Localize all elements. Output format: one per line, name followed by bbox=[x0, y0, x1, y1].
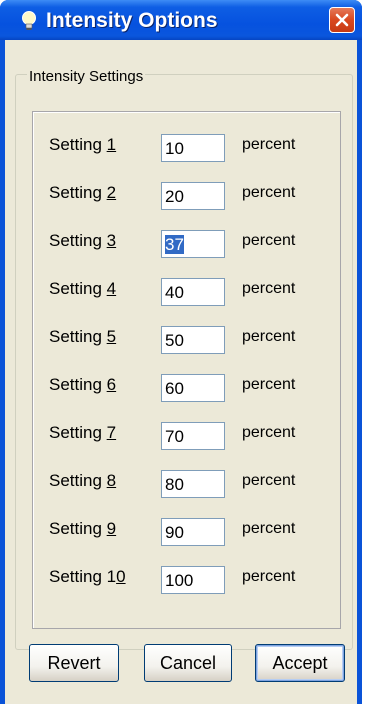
setting-unit-9: percent bbox=[242, 520, 296, 537]
setting-input-9[interactable]: 90 bbox=[161, 518, 225, 546]
group-label: Intensity Settings bbox=[27, 68, 146, 85]
setting-row-1: Setting 1 10 percent bbox=[33, 132, 342, 162]
setting-label-5: Setting 5 bbox=[49, 327, 117, 346]
setting-row-4: Setting 4 40 percent bbox=[33, 276, 342, 306]
setting-row-10: Setting 10 100 percent bbox=[33, 564, 342, 594]
dialog-body: Intensity Settings Setting 1 10 percent … bbox=[5, 40, 357, 704]
setting-row-9: Setting 9 90 percent bbox=[33, 516, 342, 546]
setting-label-10: Setting 10 bbox=[49, 567, 126, 586]
setting-row-7: Setting 7 70 percent bbox=[33, 420, 342, 450]
setting-row-2: Setting 2 20 percent bbox=[33, 180, 342, 210]
close-button[interactable] bbox=[329, 7, 355, 33]
setting-row-8: Setting 8 80 percent bbox=[33, 468, 342, 498]
setting-unit-8: percent bbox=[242, 472, 296, 489]
setting-input-6[interactable]: 60 bbox=[161, 374, 225, 402]
window-title: Intensity Options bbox=[46, 9, 218, 32]
setting-label-4: Setting 4 bbox=[49, 279, 117, 298]
setting-unit-2: percent bbox=[242, 184, 296, 201]
setting-label-2: Setting 2 bbox=[49, 183, 117, 202]
setting-input-5[interactable]: 50 bbox=[161, 326, 225, 354]
cancel-button[interactable]: Cancel bbox=[144, 644, 232, 682]
close-icon bbox=[335, 13, 349, 27]
settings-panel: Setting 1 10 percent Setting 2 20 percen… bbox=[32, 111, 341, 629]
setting-input-10[interactable]: 100 bbox=[161, 566, 225, 594]
setting-row-6: Setting 6 60 percent bbox=[33, 372, 342, 402]
revert-button[interactable]: Revert bbox=[29, 644, 119, 682]
selected-text: 37 bbox=[165, 235, 184, 254]
setting-input-1[interactable]: 10 bbox=[161, 134, 225, 162]
setting-row-3: Setting 3 37 percent bbox=[33, 228, 342, 258]
intensity-options-window: Intensity Options Intensity Settings Set… bbox=[0, 0, 362, 704]
setting-input-8[interactable]: 80 bbox=[161, 470, 225, 498]
setting-input-2[interactable]: 20 bbox=[161, 182, 225, 210]
setting-unit-10: percent bbox=[242, 568, 296, 585]
setting-label-7: Setting 7 bbox=[49, 423, 117, 442]
setting-unit-3: percent bbox=[242, 232, 296, 249]
setting-row-5: Setting 5 50 percent bbox=[33, 324, 342, 354]
setting-unit-6: percent bbox=[242, 376, 296, 393]
setting-unit-5: percent bbox=[242, 328, 296, 345]
setting-label-8: Setting 8 bbox=[49, 471, 117, 490]
setting-input-7[interactable]: 70 bbox=[161, 422, 225, 450]
lightbulb-icon bbox=[19, 10, 39, 32]
setting-label-9: Setting 9 bbox=[49, 519, 117, 538]
accept-button[interactable]: Accept bbox=[255, 644, 345, 682]
title-bar[interactable]: Intensity Options bbox=[0, 0, 362, 40]
setting-label-1: Setting 1 bbox=[49, 135, 117, 154]
setting-input-4[interactable]: 40 bbox=[161, 278, 225, 306]
setting-unit-1: percent bbox=[242, 136, 296, 153]
setting-unit-7: percent bbox=[242, 424, 296, 441]
setting-label-3: Setting 3 bbox=[49, 231, 117, 250]
setting-unit-4: percent bbox=[242, 280, 296, 297]
setting-label-6: Setting 6 bbox=[49, 375, 117, 394]
setting-input-3[interactable]: 37 bbox=[161, 230, 225, 258]
